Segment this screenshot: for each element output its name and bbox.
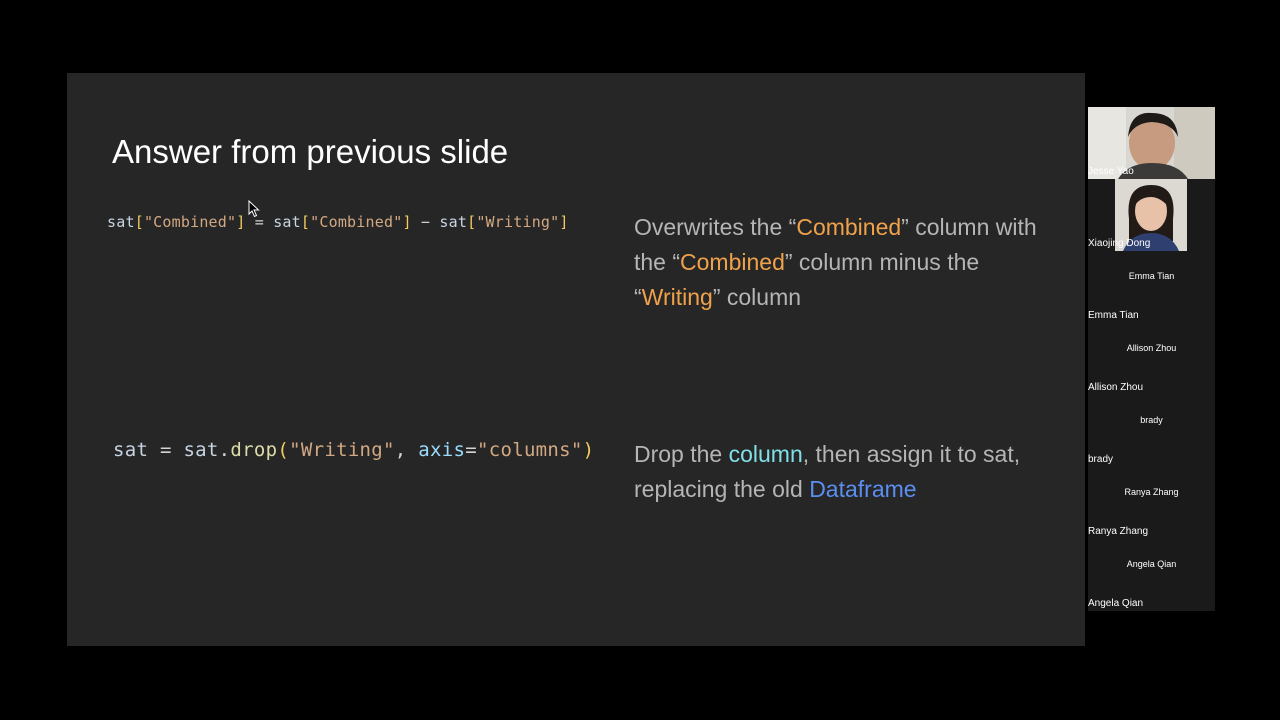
- code-token: drop: [230, 439, 278, 461]
- code-token: ]: [559, 213, 569, 231]
- code-token: [: [467, 213, 477, 231]
- participant-tile[interactable]: Jesse Yao: [1088, 107, 1215, 179]
- code-snippet-drop: sat = sat.drop("Writing", axis="columns"…: [113, 439, 594, 461]
- description-drop: Drop the column, then assign it to sat, …: [634, 437, 1054, 507]
- participant-placeholder-name: brady: [1140, 415, 1163, 425]
- description-text: Overwrites the “: [634, 214, 797, 240]
- code-token: ,: [394, 439, 419, 461]
- shared-slide: Answer from previous slide sat["Combined…: [67, 73, 1085, 646]
- mouse-pointer-icon: [248, 200, 260, 218]
- highlight-combined: Combined: [796, 214, 902, 240]
- code-token: sat: [273, 213, 301, 231]
- highlight-writing: Writing: [641, 284, 713, 310]
- participant-name: brady: [1088, 454, 1114, 465]
- code-snippet-overwrite: sat["Combined"] = sat["Combined"] − sat[…: [107, 213, 569, 231]
- code-token: −: [411, 213, 440, 231]
- code-token: "Writing": [476, 213, 560, 231]
- description-overwrite: Overwrites the “Combined” column with th…: [634, 210, 1054, 315]
- participant-name: Angela Qian: [1088, 598, 1144, 609]
- code-token: sat: [113, 439, 149, 461]
- highlight-column: column: [728, 441, 803, 467]
- highlight-dataframe: Dataframe: [809, 476, 917, 502]
- code-token: =: [148, 439, 184, 461]
- participant-tile[interactable]: Xiaojing Dong: [1088, 179, 1215, 251]
- code-token: [: [300, 213, 311, 231]
- code-token: =: [465, 439, 477, 461]
- participant-name: Allison Zhou: [1088, 382, 1144, 393]
- code-token: "Combined": [143, 213, 237, 231]
- code-token: [: [134, 213, 144, 231]
- code-token: ]: [402, 213, 412, 231]
- participant-placeholder-name: Allison Zhou: [1126, 343, 1177, 353]
- code-token: sat: [107, 213, 135, 231]
- participant-tile[interactable]: Emma Tian Emma Tian: [1088, 251, 1215, 323]
- participant-tile[interactable]: Ranya Zhang Ranya Zhang: [1088, 467, 1215, 539]
- participant-name: Emma Tian: [1088, 310, 1139, 321]
- code-token: sat: [183, 439, 219, 461]
- code-token: sat: [439, 213, 468, 231]
- participant-name: Ranya Zhang: [1088, 526, 1149, 537]
- participant-tile[interactable]: Angela Qian Angela Qian: [1088, 539, 1215, 611]
- code-token: "Writing": [289, 439, 395, 461]
- participant-name: Jesse Yao: [1088, 166, 1134, 177]
- participant-placeholder-name: Ranya Zhang: [1124, 487, 1179, 497]
- highlight-combined: Combined: [680, 249, 785, 275]
- participant-tile[interactable]: brady brady: [1088, 395, 1215, 467]
- participant-tile[interactable]: Allison Zhou Allison Zhou: [1088, 323, 1215, 395]
- participant-gallery: Jesse Yao Xiaojing Dong Emma Tian Emma T…: [1088, 107, 1215, 611]
- code-token: ): [582, 439, 595, 461]
- code-token: "columns": [476, 439, 583, 461]
- participant-placeholder-name: Emma Tian: [1128, 271, 1175, 281]
- participant-name: Xiaojing Dong: [1088, 238, 1151, 249]
- participant-placeholder-name: Angela Qian: [1126, 559, 1177, 569]
- description-text: Drop the: [634, 441, 729, 467]
- description-text: ” column: [712, 284, 802, 310]
- code-token: .: [218, 439, 231, 461]
- code-token: axis: [418, 439, 466, 461]
- code-token: "Combined": [310, 213, 403, 231]
- code-token: (: [277, 439, 290, 461]
- slide-title: Answer from previous slide: [112, 133, 509, 170]
